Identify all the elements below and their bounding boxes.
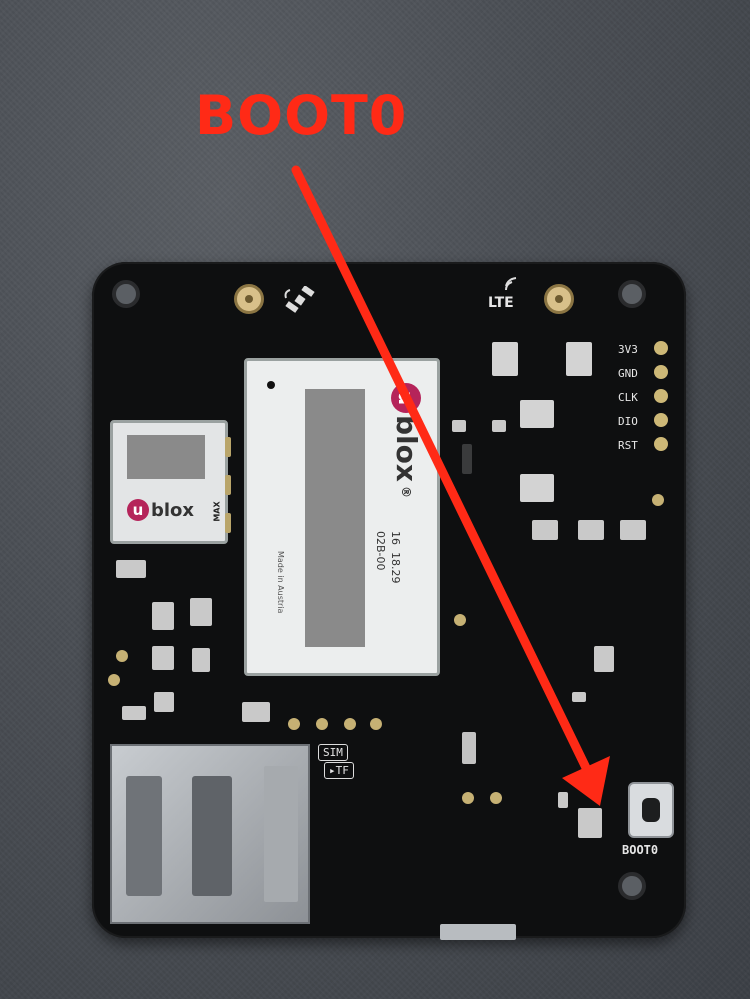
callout-arrow: [291, 165, 610, 806]
photo: LTE 3V3 GND CLK DIO RST ublox MAX u: [0, 0, 750, 999]
arrow-shaft: [291, 165, 595, 781]
